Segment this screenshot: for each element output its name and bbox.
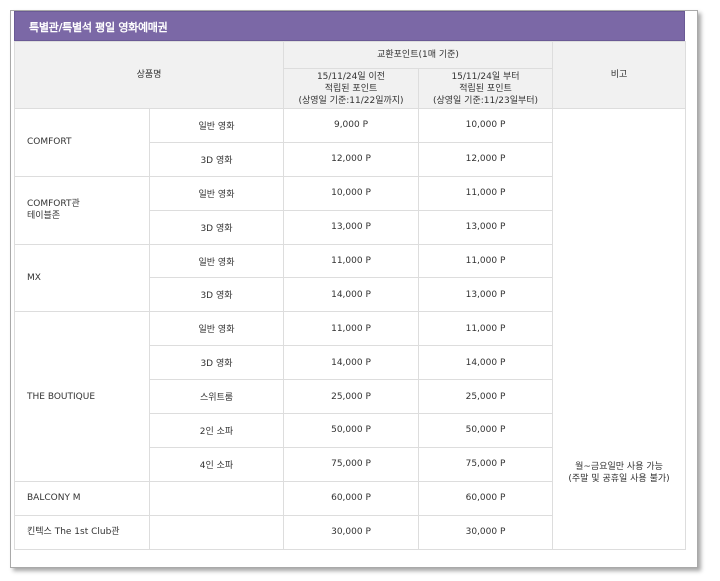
points-before: 13,000 P: [283, 209, 419, 245]
header-after: 15/11/24일 부터 적립된 포인트 (상영일 기준:11/23일부터): [417, 68, 554, 109]
header-after-line: 적립된 포인트: [459, 83, 512, 94]
title-bar: 특별관/특별석 평일 영화예매권: [14, 11, 685, 41]
header-before-line: (상영일 기준:11/22일까지): [298, 95, 404, 106]
header-before-line: 적립된 포인트: [324, 83, 378, 94]
product-name: THE BOUTIQUE: [14, 311, 150, 482]
points-before: 11,000 P: [283, 243, 419, 279]
movie-type: 스위트룸: [149, 379, 284, 415]
points-before: 50,000 P: [283, 413, 419, 448]
remarks-note-line: 월~금요일만 사용 가능: [575, 461, 663, 472]
header-remarks: 비고: [552, 41, 687, 109]
header-after-line: (상영일 기준:11/23일부터): [432, 95, 539, 106]
header-after-line: 15/11/24일 부터: [451, 71, 520, 82]
page-title: 특별관/특별석 평일 영화예매권: [29, 21, 168, 34]
remarks-note-line: (주말 및 공휴일 사용 불가): [568, 473, 670, 484]
movie-type: 3D 영화: [149, 277, 284, 313]
movie-type: 일반 영화: [149, 311, 284, 347]
points-before: 30,000 P: [283, 514, 419, 550]
movie-type: [149, 514, 284, 550]
points-after: 75,000 P: [417, 446, 554, 482]
points-after: 11,000 P: [417, 311, 554, 347]
points-before: 75,000 P: [283, 446, 419, 482]
points-before: 12,000 P: [283, 141, 419, 177]
points-before: 11,000 P: [283, 311, 419, 347]
movie-type: 일반 영화: [149, 175, 284, 211]
product-name: 킨텍스 The 1st Club관: [14, 514, 150, 550]
product-name: MX: [14, 243, 150, 313]
movie-type: 3D 영화: [149, 141, 284, 177]
movie-type: 3D 영화: [149, 209, 284, 245]
movie-type: 3D 영화: [149, 345, 284, 381]
points-after: 30,000 P: [417, 514, 554, 550]
points-before: 60,000 P: [283, 480, 419, 516]
movie-type: [149, 480, 284, 516]
movie-type: 2인 소파: [149, 413, 284, 448]
points-after: 13,000 P: [417, 277, 554, 313]
product-name: BALCONY M: [14, 480, 150, 516]
points-after: 25,000 P: [417, 379, 554, 415]
points-before: 9,000 P: [283, 108, 419, 143]
movie-type: 일반 영화: [149, 108, 284, 143]
points-after: 13,000 P: [417, 209, 554, 245]
points-after: 14,000 P: [417, 345, 554, 381]
remarks-note: 월~금요일만 사용 가능 (주말 및 공휴일 사용 불가): [552, 108, 687, 550]
points-table: 상품명 교환포인트(1매 기준) 비고 15/11/24일 이전 적립된 포인트…: [14, 41, 687, 550]
movie-type: 일반 영화: [149, 243, 284, 279]
points-before: 14,000 P: [283, 345, 419, 381]
points-after: 10,000 P: [417, 108, 554, 143]
movie-type: 4인 소파: [149, 446, 284, 482]
points-after: 11,000 P: [417, 243, 554, 279]
points-after: 11,000 P: [417, 175, 554, 211]
header-before-line: 15/11/24일 이전: [316, 71, 386, 82]
points-before: 25,000 P: [283, 379, 419, 415]
table-row: COMFORT 일반 영화 9,000 P 10,000 P 월~금요일만 사용…: [14, 108, 687, 550]
header-product: 상품명: [14, 41, 284, 109]
points-after: 60,000 P: [417, 480, 554, 516]
points-before: 10,000 P: [283, 175, 419, 211]
points-after: 12,000 P: [417, 141, 554, 177]
header-before: 15/11/24일 이전 적립된 포인트 (상영일 기준:11/22일까지): [283, 68, 419, 109]
product-name: COMFORT관 테이블존: [14, 175, 150, 245]
points-after: 50,000 P: [417, 413, 554, 448]
points-before: 14,000 P: [283, 277, 419, 313]
product-name: COMFORT: [14, 108, 150, 177]
header-exchange-points: 교환포인트(1매 기준): [282, 41, 554, 69]
